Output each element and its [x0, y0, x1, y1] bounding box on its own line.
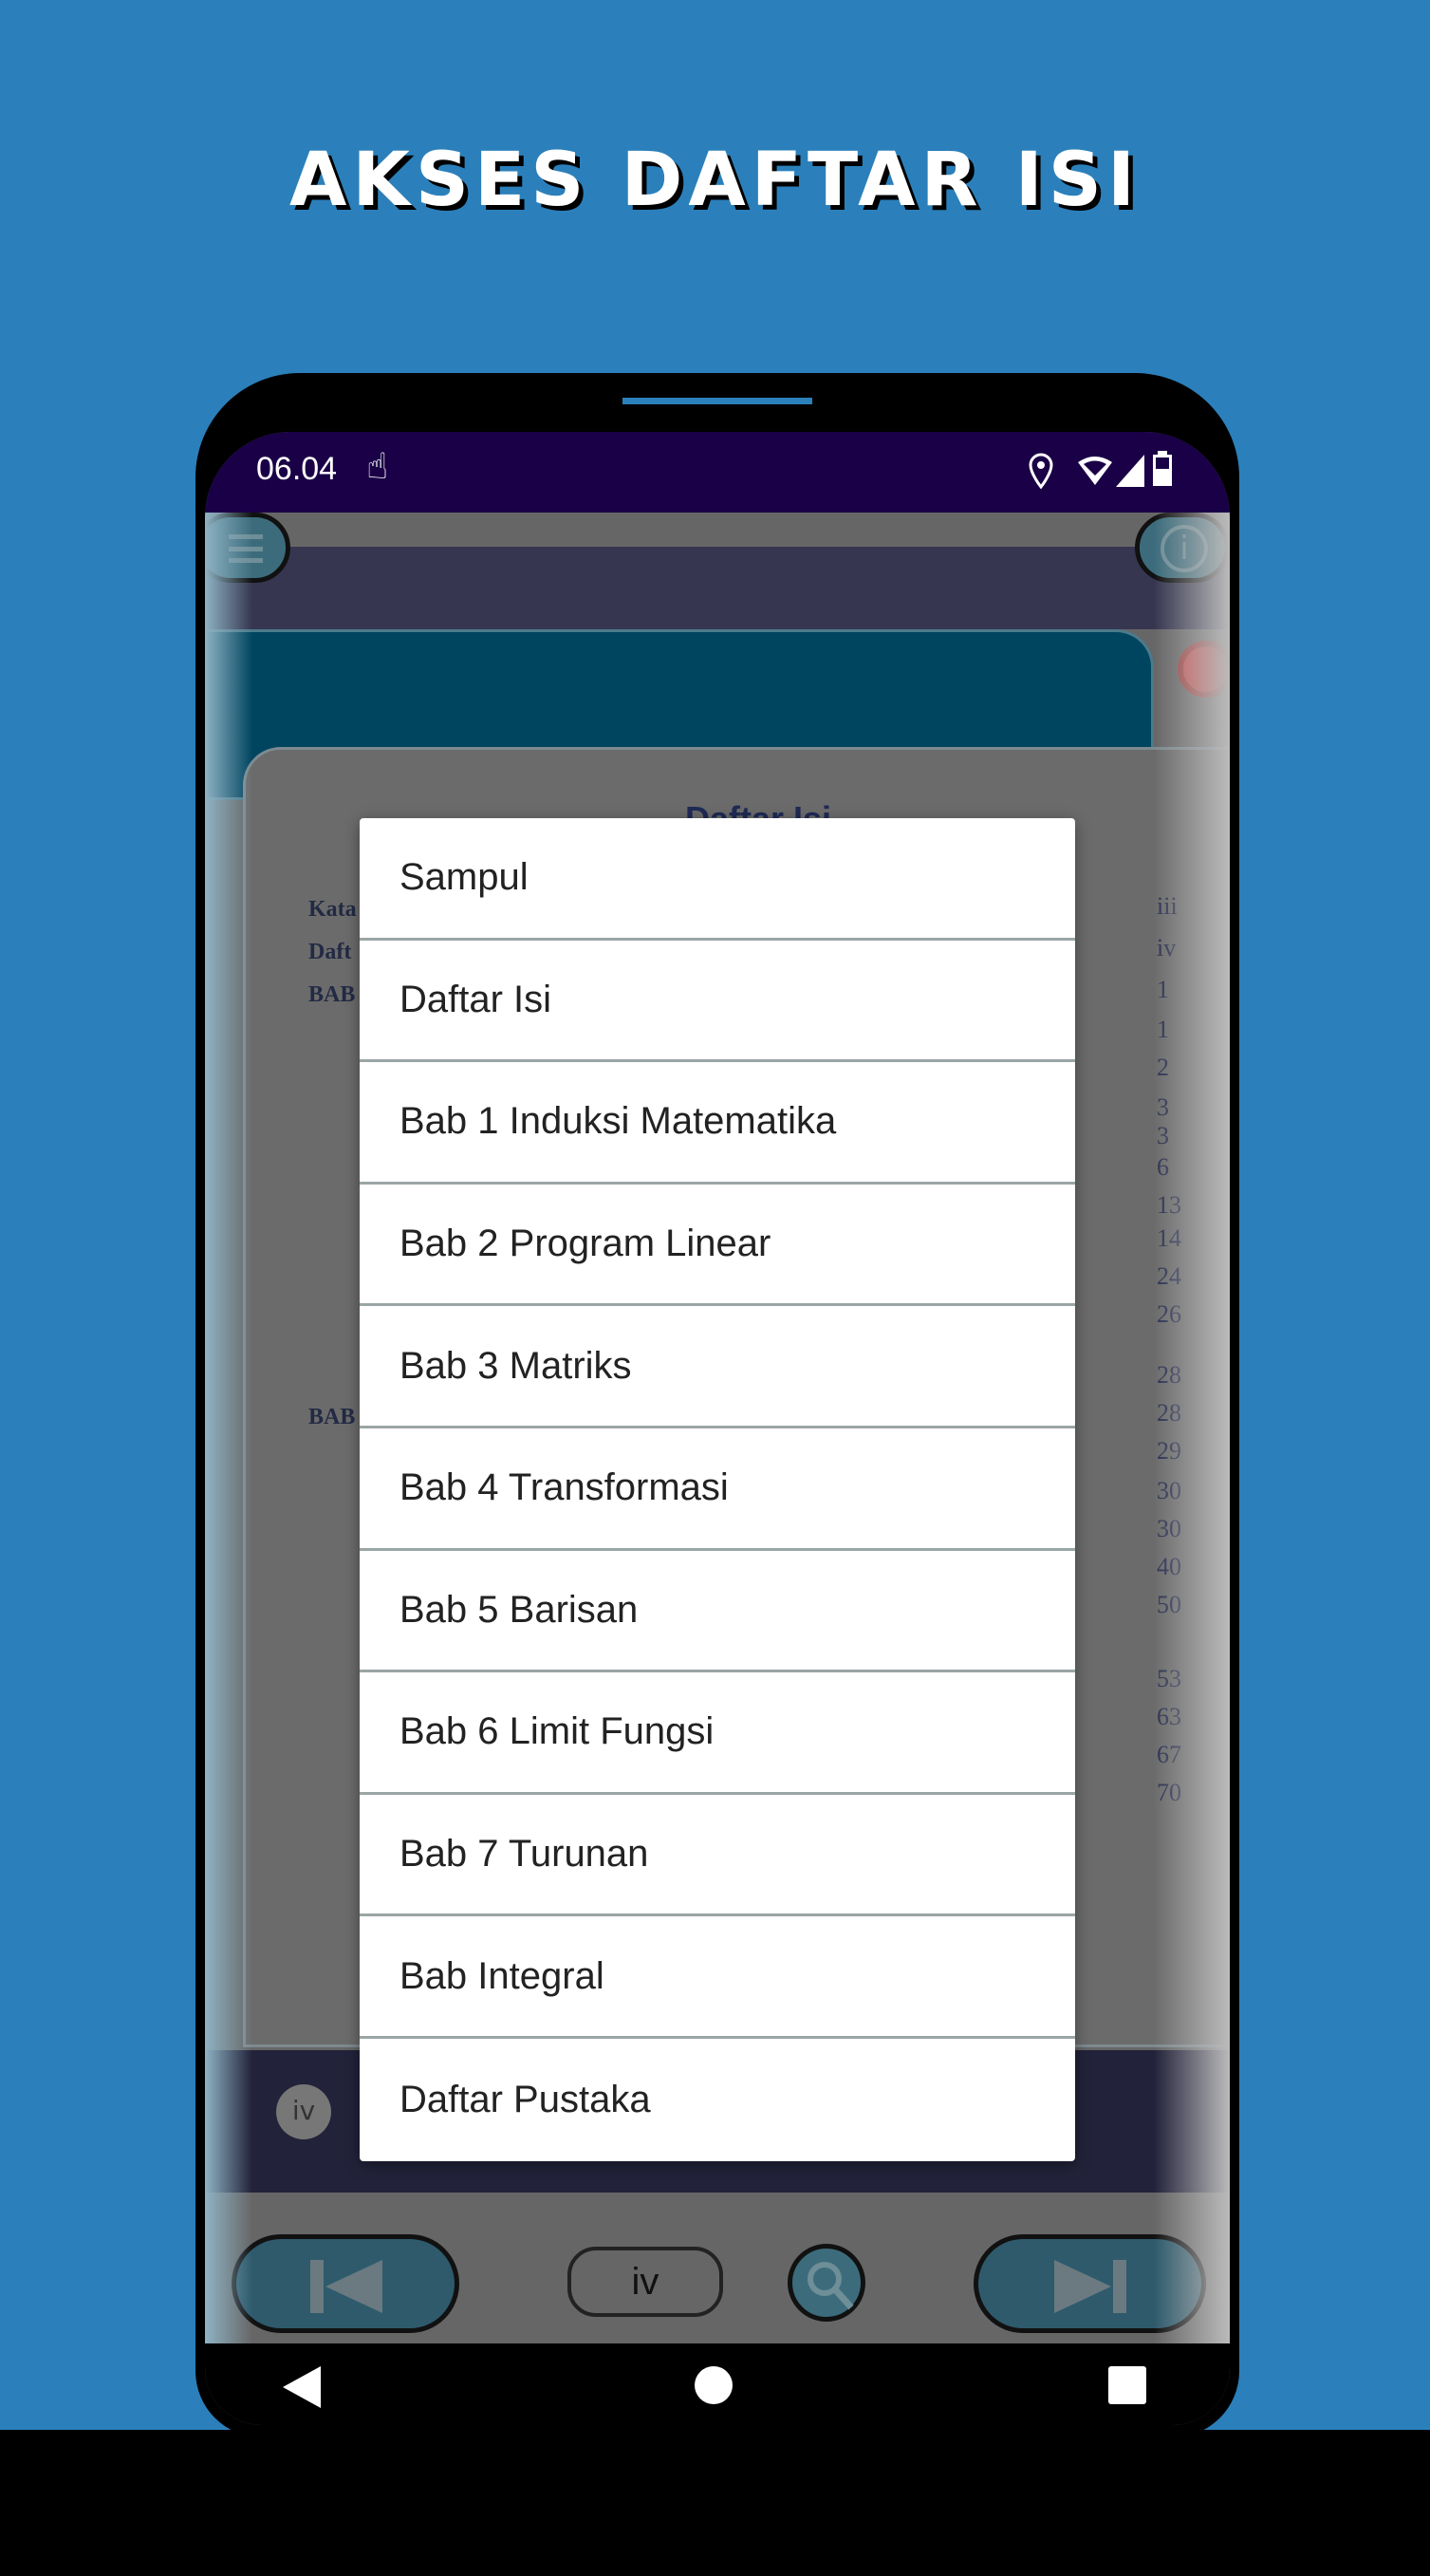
search-icon: [808, 2262, 854, 2310]
status-time: 06.04: [256, 451, 338, 487]
back-nav-icon[interactable]: [283, 2366, 321, 2408]
phone-speaker: [622, 398, 812, 404]
search-button[interactable]: [788, 2244, 865, 2322]
first-page-button[interactable]: [232, 2234, 459, 2333]
footer-page-badge: iv: [276, 2084, 331, 2139]
toc-item[interactable]: Bab 6 Limit Fungsi: [360, 1672, 1075, 1795]
battery-icon: [1153, 451, 1172, 486]
table-of-contents-dialog: Sampul Daftar Isi Bab 1 Induksi Matematika…: [360, 818, 1075, 2161]
top-band: [205, 547, 1230, 629]
toc-item[interactable]: Daftar Isi: [360, 941, 1075, 1063]
page-indicator[interactable]: iv: [567, 2247, 723, 2317]
preview-label: BAB: [308, 982, 356, 1007]
preview-label: Daft: [308, 940, 352, 964]
screen-edge: [205, 513, 252, 2343]
wifi-icon: [1078, 457, 1112, 485]
toc-item[interactable]: Bab 7 Turunan: [360, 1795, 1075, 1917]
skip-back-icon: [310, 2260, 382, 2313]
bottom-toolbar: iv: [205, 2193, 1230, 2344]
toc-item[interactable]: Bab 3 Matriks: [360, 1306, 1075, 1428]
preview-label: BAB: [308, 1405, 356, 1429]
system-nav-bar: [205, 2343, 1230, 2425]
toc-item[interactable]: Daftar Pustaka: [360, 2039, 1075, 2161]
location-icon: [1029, 453, 1053, 489]
recents-nav-icon[interactable]: [1108, 2366, 1146, 2404]
skip-forward-icon: [1054, 2260, 1126, 2313]
home-nav-icon[interactable]: [695, 2366, 733, 2404]
page-heading: AKSES DAFTAR ISI: [289, 138, 1141, 223]
toc-item[interactable]: Sampul: [360, 818, 1075, 941]
toc-item[interactable]: Bab 1 Induksi Matematika: [360, 1062, 1075, 1185]
preview-label: Kata: [308, 897, 357, 922]
toc-item[interactable]: Bab Integral: [360, 1916, 1075, 2039]
toc-item[interactable]: Bab 2 Program Linear: [360, 1185, 1075, 1307]
status-bar: 06.04 ☝: [205, 432, 1230, 513]
hand-pointer-icon: ☝: [366, 445, 389, 487]
signal-icon: [1116, 455, 1144, 487]
screen-edge: [1154, 513, 1230, 2343]
toc-item[interactable]: Bab 4 Transformasi: [360, 1428, 1075, 1551]
bottom-band: [0, 2430, 1430, 2576]
toc-item[interactable]: Bab 5 Barisan: [360, 1551, 1075, 1673]
